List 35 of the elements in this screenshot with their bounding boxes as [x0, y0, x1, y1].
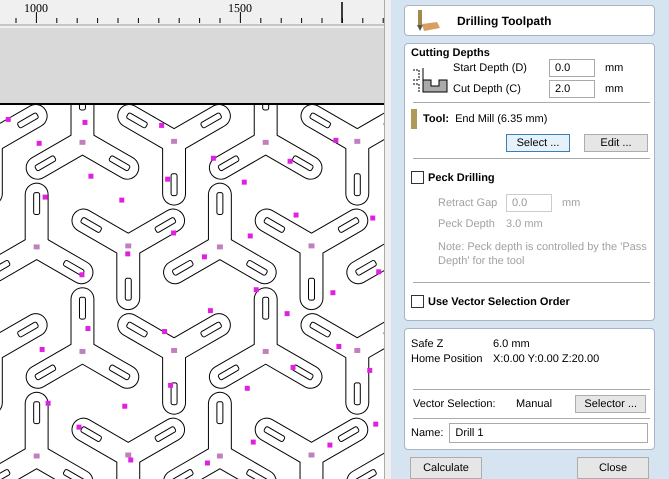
info-value: 6.0 mm [493, 337, 530, 352]
ruler-label: 1000 [24, 1, 48, 15]
depth-input[interactable]: 2.0 [549, 80, 595, 98]
unit-label: mm [562, 197, 580, 209]
ruler-label: 1500 [228, 1, 252, 15]
field-label: Retract Gap [438, 197, 498, 209]
unit-label: mm [605, 83, 624, 95]
tool-name: End Mill (6.35 mm) [455, 113, 548, 125]
section-heading: Cutting Depths [411, 47, 491, 59]
drill-icon [415, 10, 441, 32]
info-label: Safe Z [411, 337, 444, 352]
info-label: Home Position [411, 352, 484, 367]
note-text: Note: Peck depth is controlled by the 'Pass Depth' for the tool [438, 240, 648, 268]
field-value: 3.0 mm [506, 218, 543, 230]
dialog-button[interactable]: Calculate [410, 457, 482, 479]
checkbox[interactable] [411, 295, 424, 308]
name-input[interactable]: Drill 1 [449, 423, 648, 443]
info-value: X:0.00 Y:0.00 Z:20.00 [493, 352, 600, 367]
field-label: Peck Depth [438, 218, 496, 230]
unit-label: mm [605, 62, 624, 74]
vector-selection-label: Vector Selection: [413, 398, 497, 410]
panel-title: Drilling Toolpath [457, 14, 552, 28]
name-label: Name: [411, 427, 444, 439]
vector-selection-value: Manual [516, 398, 554, 410]
checkbox-label: Peck Drilling [428, 172, 495, 184]
selector-button[interactable]: Selector ... [575, 395, 646, 413]
depth-input[interactable]: 0.0 [549, 59, 595, 77]
tool-button[interactable]: Select ... [506, 134, 570, 152]
tool-button[interactable]: Edit ... [584, 134, 648, 152]
field-label: Cut Depth (C) [453, 83, 522, 95]
end-mill-icon [411, 109, 417, 129]
dialog-button[interactable]: Close [577, 457, 649, 479]
tool-label: Tool: [423, 113, 450, 125]
checkbox-label: Use Vector Selection Order [428, 296, 570, 308]
field-label: Start Depth (D) [453, 62, 528, 74]
